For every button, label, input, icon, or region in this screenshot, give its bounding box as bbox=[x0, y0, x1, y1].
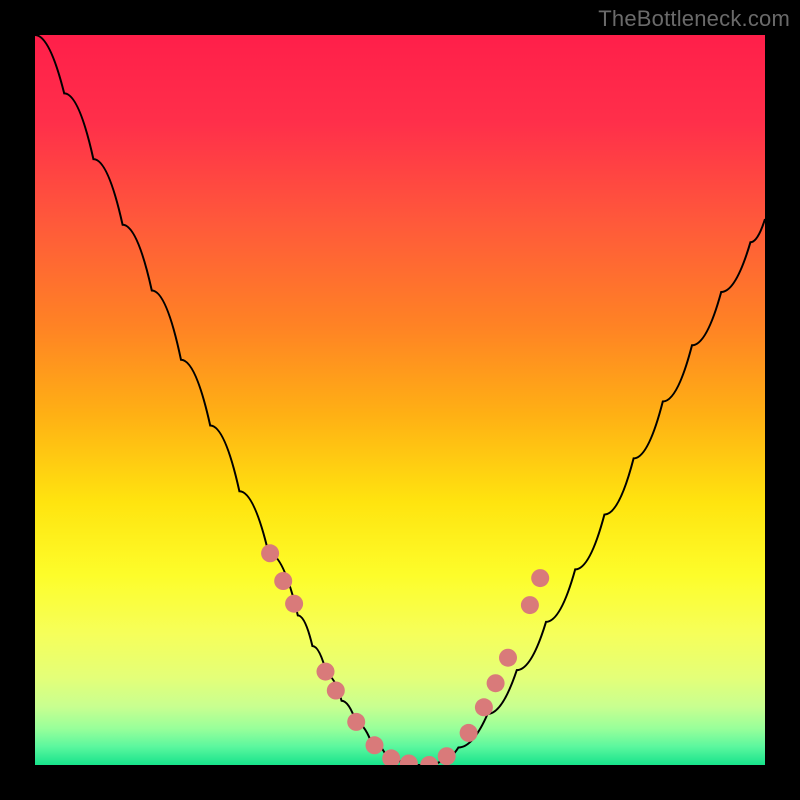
data-point bbox=[317, 663, 335, 681]
plot-area bbox=[35, 35, 765, 765]
bottleneck-curve bbox=[35, 35, 765, 765]
data-point bbox=[460, 724, 478, 742]
data-point bbox=[274, 572, 292, 590]
data-point bbox=[285, 595, 303, 613]
data-point bbox=[327, 682, 345, 700]
data-markers bbox=[261, 544, 549, 765]
data-point bbox=[347, 713, 365, 731]
watermark-label: TheBottleneck.com bbox=[598, 6, 790, 32]
data-point bbox=[400, 755, 418, 766]
data-point bbox=[261, 544, 279, 562]
chart-frame: TheBottleneck.com bbox=[0, 0, 800, 800]
data-point bbox=[420, 756, 438, 765]
curve-layer bbox=[35, 35, 765, 765]
data-point bbox=[438, 747, 456, 765]
data-point bbox=[521, 596, 539, 614]
data-point bbox=[531, 569, 549, 587]
data-point bbox=[487, 674, 505, 692]
data-point bbox=[499, 649, 517, 667]
data-point bbox=[475, 698, 493, 716]
data-point bbox=[366, 736, 384, 754]
